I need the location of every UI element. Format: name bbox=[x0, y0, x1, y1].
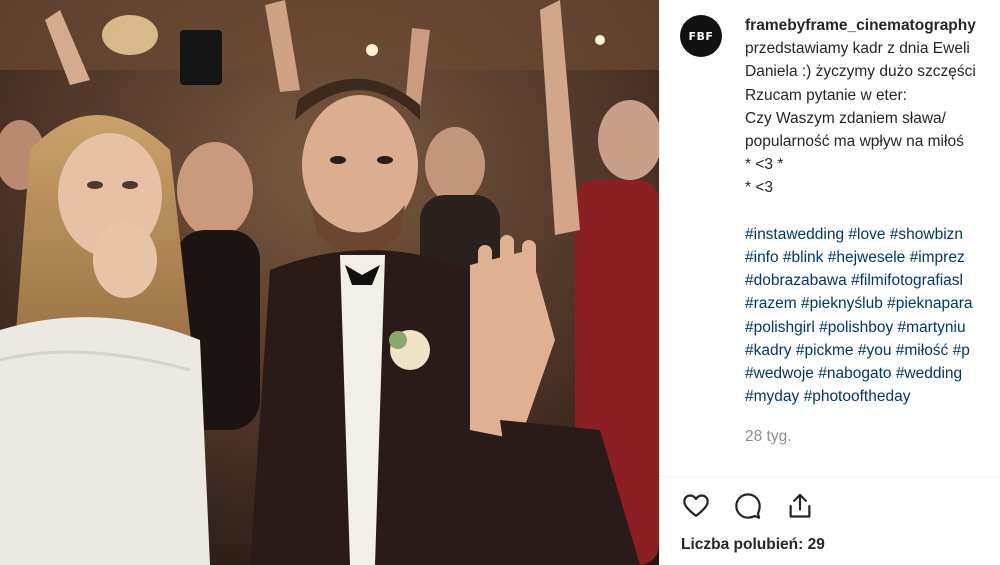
wedding-photo-illustration bbox=[0, 0, 659, 565]
hashtag-line[interactable]: #wedwoje #nabogato #wedding bbox=[745, 362, 1000, 385]
caption-line: Rzucam pytanie w eter: bbox=[745, 86, 907, 104]
username-link[interactable]: framebyframe_cinematography bbox=[745, 14, 1000, 37]
caption-line: popularność ma wpływ na miłoś bbox=[745, 133, 964, 151]
comment-icon bbox=[735, 493, 761, 519]
caption-line: Daniela :) życzymy dużo szczęści bbox=[745, 63, 976, 81]
post-timestamp[interactable]: 28 tyg. bbox=[745, 428, 792, 446]
caption-line: Czy Waszym zdaniem sława/ bbox=[745, 109, 946, 127]
caption-line: przedstawiamy kadr z dnia Eweli bbox=[745, 40, 970, 58]
hashtag-line[interactable]: #polishgirl #polishboy #martyniu bbox=[745, 316, 1000, 339]
heart-icon bbox=[683, 494, 709, 518]
post-photo[interactable] bbox=[0, 0, 659, 565]
hashtag-line[interactable]: #instawedding #love #showbizn bbox=[745, 223, 1000, 246]
share-button[interactable] bbox=[784, 490, 816, 522]
avatar[interactable]: FBF bbox=[680, 15, 722, 57]
divider bbox=[660, 476, 1000, 477]
post-actions bbox=[680, 490, 816, 522]
post-caption: framebyframe_cinematography przedstawiam… bbox=[745, 14, 1000, 408]
hashtag-line[interactable]: #dobrazabawa #filmifotografiasl bbox=[745, 269, 1000, 292]
hashtag-line[interactable]: #info #blink #hejwesele #imprez bbox=[745, 246, 1000, 269]
post-details-panel: FBF framebyframe_cinematography przedsta… bbox=[659, 0, 1000, 565]
hashtag-line[interactable]: #myday #photooftheday bbox=[745, 385, 1000, 408]
hashtag-line[interactable]: #razem #pieknyślub #pieknapara bbox=[745, 292, 1000, 315]
likes-count[interactable]: Liczba polubień: 29 bbox=[681, 536, 825, 554]
caption-line: * <3 * bbox=[745, 156, 784, 174]
caption-line: * <3 bbox=[745, 179, 774, 197]
hashtag-line[interactable]: #kadry #pickme #you #miłość #p bbox=[745, 339, 1000, 362]
comment-button[interactable] bbox=[732, 490, 764, 522]
like-button[interactable] bbox=[680, 490, 712, 522]
share-icon bbox=[789, 493, 811, 518]
